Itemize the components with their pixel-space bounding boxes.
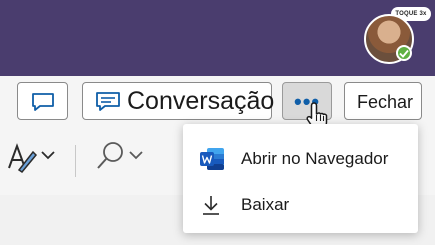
presence-available-icon [396,45,412,61]
word-icon [200,148,224,170]
chevron-down-icon [129,151,143,160]
find-tool[interactable] [95,140,143,179]
chevron-down-icon [41,151,55,160]
ribbon-divider [75,145,76,177]
search-icon [97,142,123,169]
conversation-icon [96,92,120,111]
menu-item-label: Baixar [241,195,290,214]
menu-item-label: Abrir no Navegador [241,149,389,168]
menu-item-open-in-browser[interactable]: Abrir no Navegador [183,136,418,182]
font-style-icon [8,143,38,174]
close-label: Fechar [357,92,414,112]
app-header: TOQUE 3x [0,0,435,76]
more-options-menu: Abrir no Navegador Baixar [183,124,418,233]
font-style-tool[interactable] [5,140,55,179]
menu-item-download[interactable]: Baixar [183,182,418,228]
conversation-button[interactable]: Conversação [82,82,275,120]
conversation-label: Conversação [127,87,275,115]
comment-icon [32,93,54,111]
download-icon [203,196,219,215]
close-button[interactable]: Fechar [344,82,422,120]
comment-button[interactable] [17,82,68,120]
